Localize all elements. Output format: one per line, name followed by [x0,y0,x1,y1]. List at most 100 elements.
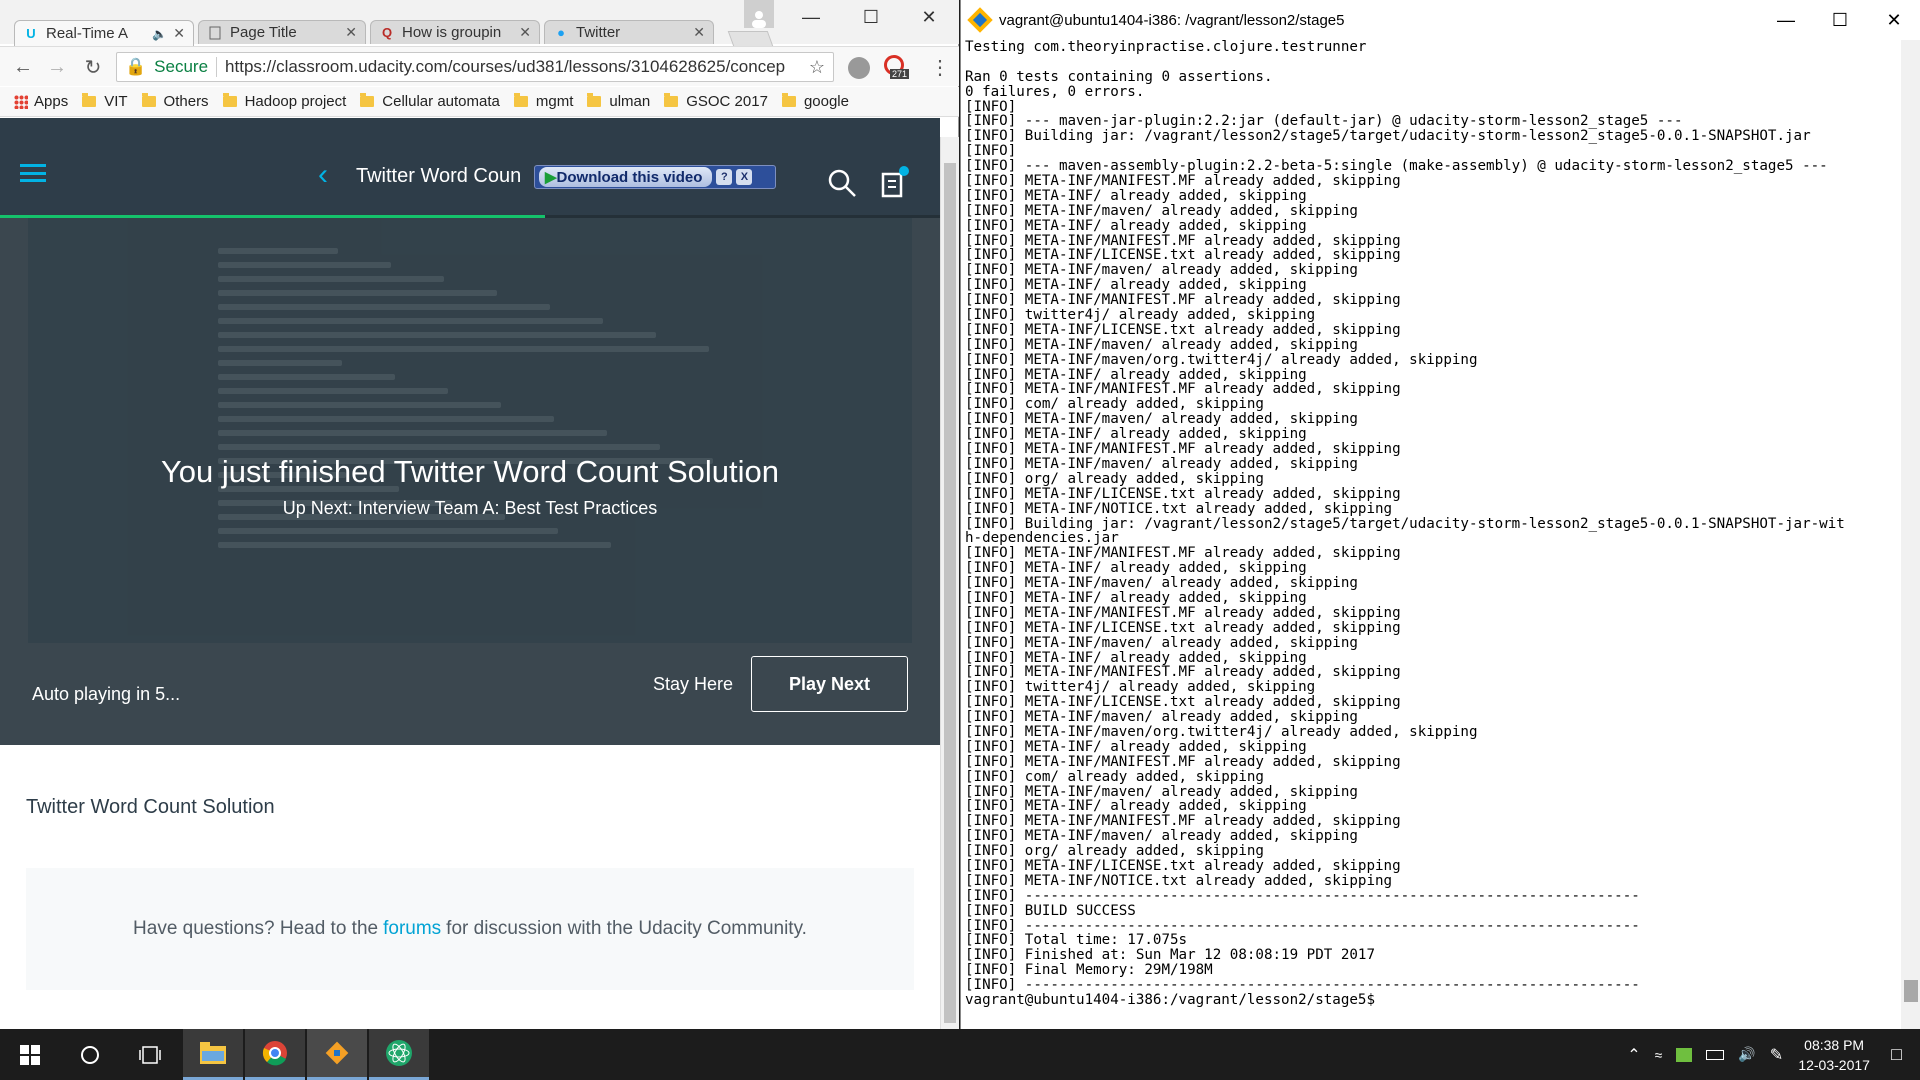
cortana-icon [81,1045,99,1064]
extension-notification-icon[interactable]: 271 [884,55,910,79]
user-icon [752,11,766,28]
code-line-decor [218,346,709,352]
tab-udacity[interactable]: U Real-Time A 🔈 ✕ [14,20,194,46]
autoplay-countdown: Auto playing in 5... [32,684,181,704]
bookmark-folder[interactable]: Others [141,93,209,110]
scrollbar-thumb[interactable] [1904,980,1918,1002]
close-button[interactable]: ✕ [1867,10,1920,31]
terminal-line: Testing com.theoryinpractise.clojure.tes… [965,40,1367,55]
volume-icon[interactable]: 🔊 [1738,1046,1755,1063]
code-line-decor [218,304,550,310]
chrome-taskbar-button[interactable] [245,1029,305,1080]
minimize-button[interactable]: — [788,0,834,34]
windows-icon [20,1044,40,1065]
up-next-label: Up Next: Interview Team A: Best Test Pra… [282,498,658,518]
bookmark-folder[interactable]: Hadoop project [222,93,347,110]
bookmark-folder[interactable]: GSOC 2017 [664,93,768,110]
terminal-line: [INFO] Finished at: Sun Mar 12 08:08:19 … [965,947,1375,964]
tab-quora[interactable]: Q How is groupin ✕ [370,20,540,44]
tab-strip: U Real-Time A 🔈 ✕ Page Title ✕ Q How is … [0,0,959,49]
page-scrollbar[interactable] [940,137,959,1029]
clock[interactable]: 08:38 PM 12-03-2017 [1791,1035,1877,1075]
start-button[interactable] [0,1029,60,1080]
reload-button[interactable]: ↻ [80,55,106,79]
close-icon[interactable]: X [736,169,753,185]
star-icon[interactable]: ☆ [809,57,825,78]
atom-icon [386,1040,412,1066]
maximize-button[interactable]: ☐ [848,0,894,34]
close-icon[interactable]: ✕ [345,24,357,41]
terminal-scrollbar[interactable] [1901,40,1920,1029]
nvidia-icon[interactable] [1676,1047,1693,1062]
folder-icon [360,93,375,107]
stay-here-button[interactable]: Stay Here [653,674,733,695]
wifi-icon[interactable]: ≈ [1655,1047,1663,1063]
bookmark-folder[interactable]: Cellular automata [360,93,500,110]
bookmark-label: Hadoop project [244,93,347,110]
bookmark-apps[interactable]: Apps [14,93,68,110]
terminal-output[interactable]: Testing com.theoryinpractise.clojure.tes… [961,40,1901,1029]
terminal-line: [INFO] META-INF/maven/ already added, sk… [965,828,1358,845]
bookmark-folder[interactable]: ulman [587,93,650,110]
address-bar[interactable]: 🔒 Secure https://classroom.udacity.com/c… [116,52,834,82]
battery-icon[interactable] [1706,1049,1725,1060]
forums-link[interactable]: forums [383,918,441,940]
folder-icon [587,93,602,107]
hamburger-menu-icon[interactable] [20,164,46,182]
close-icon[interactable]: ✕ [519,24,531,41]
download-video-button[interactable]: ▶Download this video [539,167,713,187]
forum-text-before: Have questions? Head to the [133,918,379,939]
video-finished-title: You just finished Twitter Word Count Sol… [160,454,780,489]
scrollbar-thumb[interactable] [944,163,956,1023]
bookmark-folder[interactable]: VIT [82,93,128,110]
system-tray: ⌃ ≈ 🔊 ✎ 08:38 PM 12-03-2017 □ [1627,1029,1920,1080]
maximize-button[interactable]: ☐ [1813,10,1867,31]
close-button[interactable]: ✕ [906,0,952,34]
terminal-line: [INFO] META-INF/MANIFEST.MF already adde… [965,292,1401,309]
bookmark-label: GSOC 2017 [686,93,768,110]
close-icon[interactable]: ✕ [693,24,705,41]
speaker-icon[interactable]: 🔈 [152,27,167,41]
file-explorer-button[interactable] [183,1029,243,1080]
help-icon[interactable]: ? [716,169,733,185]
play-next-button[interactable]: Play Next [751,656,908,712]
download-label: Download this video [556,169,703,186]
bookmark-folder[interactable]: mgmt [513,93,573,110]
bookmark-folder[interactable]: google [781,93,849,110]
forward-button[interactable]: → [44,55,70,79]
extension-icon[interactable] [848,57,870,79]
code-line-decor [218,542,611,548]
terminal-line: [INFO] META-INF/MANIFEST.MF already adde… [965,753,1401,770]
web-page: ‹ Twitter Word Coun ▶Download this video… [0,118,940,1029]
menu-icon[interactable]: ⋮ [930,55,950,80]
back-button[interactable]: ← [10,55,36,79]
chevron-up-icon[interactable]: ⌃ [1627,1045,1640,1065]
chevron-left-icon[interactable]: ‹ [318,158,328,192]
git-bash-taskbar-button[interactable] [307,1029,367,1080]
profile-button[interactable] [744,0,774,28]
code-line-decor [218,374,395,380]
terminal-title: vagrant@ubuntu1404-i386: /vagrant/lesson… [999,11,1345,29]
minimize-button[interactable]: — [1759,10,1813,31]
atom-taskbar-button[interactable] [369,1029,429,1080]
terminal-line: [INFO] META-INF/ already added, skipping [965,560,1307,577]
search-icon[interactable] [827,168,857,198]
pen-icon[interactable]: ✎ [1770,1045,1783,1065]
terminal-line: [INFO] com/ already added, skipping [965,396,1264,413]
notes-icon[interactable] [880,166,910,200]
terminal-line: Ran 0 tests containing 0 assertions. [965,68,1273,85]
video-player[interactable]: You just finished Twitter Word Count Sol… [0,218,940,745]
terminal-line: [INFO] twitter4j/ already added, skippin… [965,679,1316,696]
tab-twitter[interactable]: ● Twitter ✕ [544,20,714,44]
tab-label: Page Title [230,24,297,41]
close-icon[interactable]: ✕ [173,25,185,42]
omnibar: ← → ↻ 🔒 Secure https://classroom.udacity… [0,46,959,86]
tab-page-title[interactable]: Page Title ✕ [198,20,366,44]
search-button[interactable] [60,1029,120,1080]
tab-label: Real-Time A [46,25,128,42]
bookmark-label: ulman [609,93,651,110]
notifications-icon[interactable]: □ [1891,1044,1902,1065]
terminal-line: [INFO] --- maven-jar-plugin:2.2:jar (def… [965,113,1683,130]
task-view-button[interactable] [120,1029,180,1080]
